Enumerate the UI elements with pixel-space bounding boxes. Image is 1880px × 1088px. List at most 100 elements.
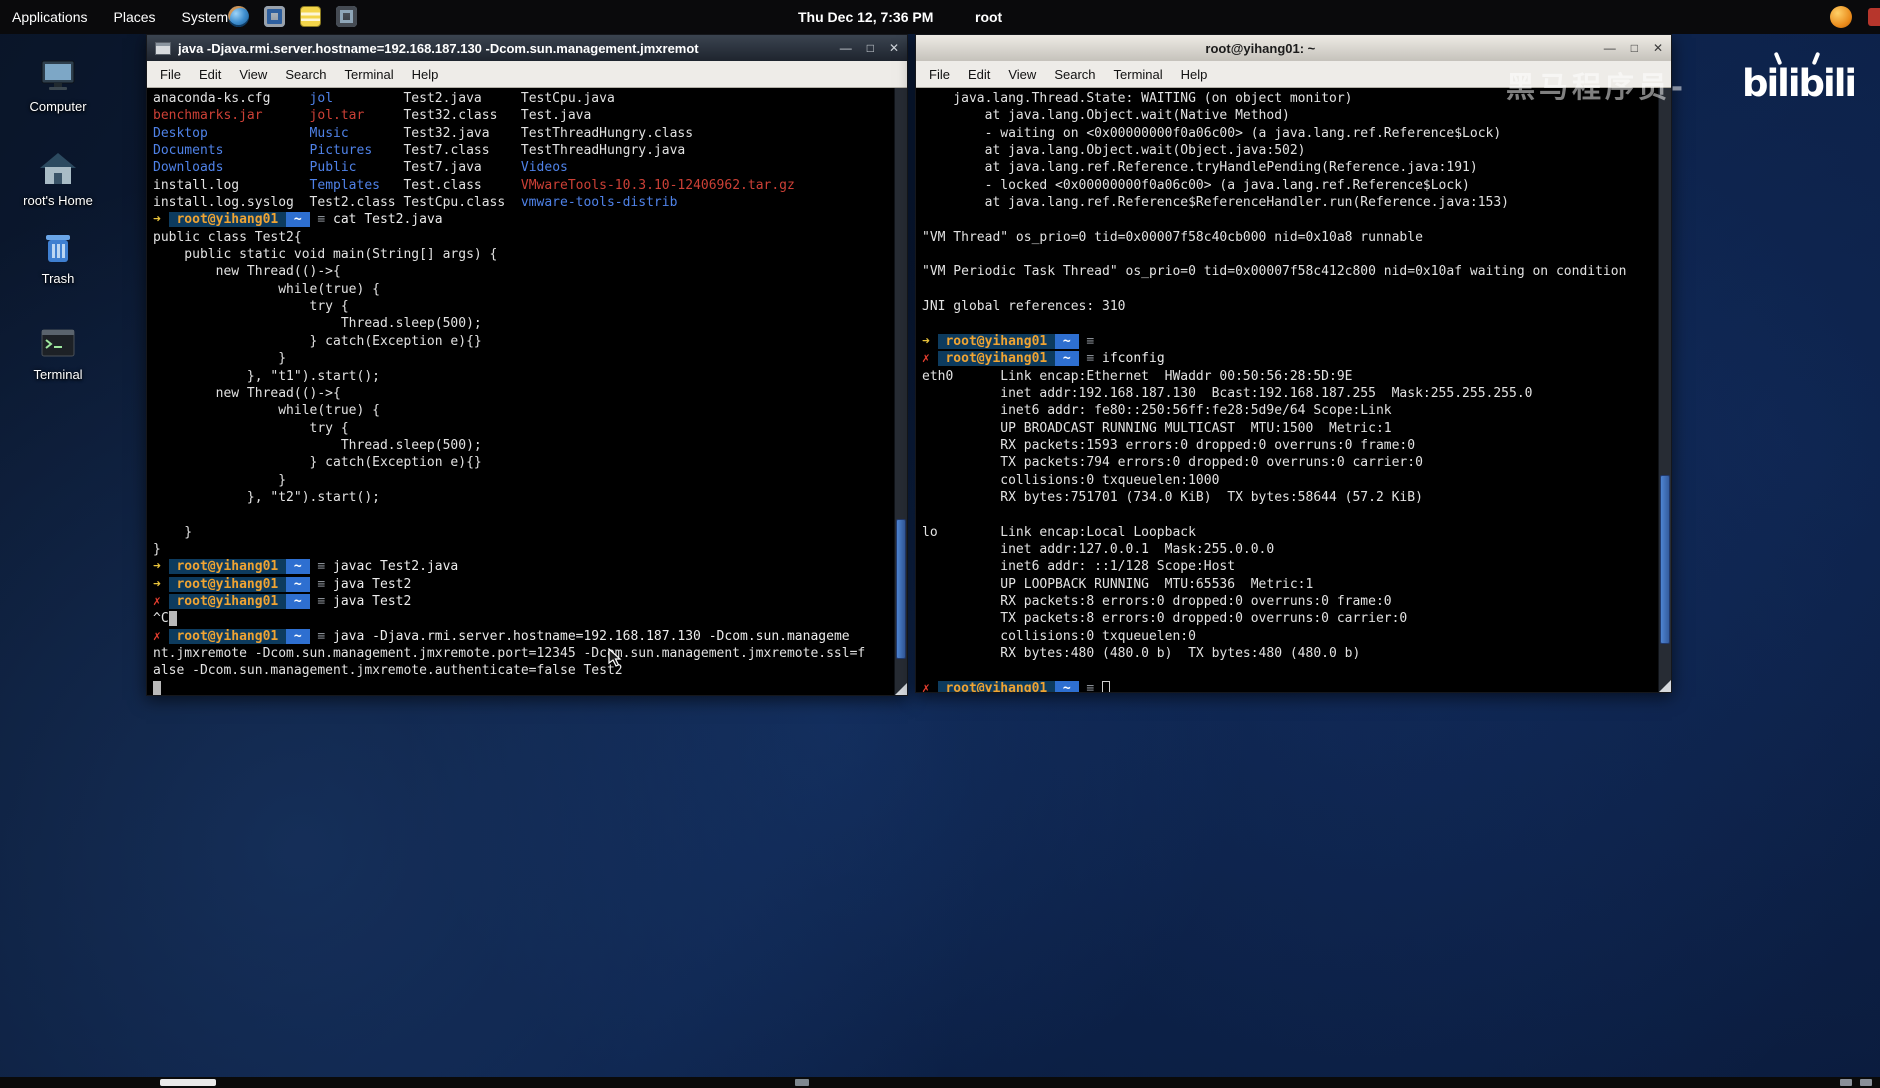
terminal-line: ➜ root@yihang01 ~ ≡: [922, 333, 1658, 350]
terminal-line: nt.jmxremote -Dcom.sun.management.jmxrem…: [153, 646, 866, 661]
terminal-line: }, "t1").start();: [153, 368, 380, 384]
terminal-line: install.log Templates Test.class VMwareT…: [153, 177, 894, 194]
prompt-user: root@yihang01: [168, 593, 287, 609]
notes-icon[interactable]: [300, 6, 321, 27]
menu-edit[interactable]: Edit: [959, 63, 999, 86]
titlebar[interactable]: java -Djava.rmi.server.hostname=192.168.…: [147, 35, 907, 61]
scrollbar[interactable]: [1658, 88, 1671, 692]
terminal-line: } catch(Exception e){}: [153, 333, 482, 349]
terminal-line: RX bytes:480 (480.0 b) TX bytes:480 (480…: [922, 646, 1361, 661]
minimize-button[interactable]: —: [1604, 41, 1616, 55]
desktop-icon-computer[interactable]: Computer: [18, 56, 98, 114]
terminal-text: install.log: [153, 177, 310, 193]
prompt-separator-icon: ≡: [309, 212, 334, 228]
resize-grip[interactable]: [1659, 680, 1671, 692]
terminal-output[interactable]: anaconda-ks.cfg jol Test2.java TestCpu.j…: [147, 88, 894, 695]
close-button[interactable]: ✕: [1653, 41, 1663, 55]
menu-terminal[interactable]: Terminal: [336, 63, 403, 86]
prompt-separator-icon: ≡: [309, 628, 334, 644]
terminal-line: }, "t2").start();: [153, 489, 380, 505]
terminal-line: at java.lang.ref.Reference$ReferenceHand…: [922, 195, 1509, 211]
panel-clock[interactable]: Thu Dec 12, 7:36 PM: [798, 0, 933, 34]
terminal-text: Templates: [309, 177, 380, 193]
prompt-user: root@yihang01: [937, 351, 1056, 367]
computer-icon: [41, 60, 75, 90]
terminal-line: - locked <0x00000000f0a06c00> (a java.la…: [922, 177, 1470, 193]
menu-places[interactable]: Places: [114, 9, 156, 25]
menu-view[interactable]: View: [230, 63, 276, 86]
prompt-status-icon: ✗: [153, 593, 169, 609]
terminal-text: install.log.syslog Test2.class TestCpu.c…: [153, 195, 521, 211]
notification-icon[interactable]: [1830, 6, 1852, 28]
prompt-dir: ~: [286, 593, 310, 609]
terminal-line: }: [153, 472, 287, 488]
prompt-command: java Test2: [333, 576, 412, 592]
workspace-switcher-icon[interactable]: [1840, 1079, 1852, 1086]
terminal-line: new Thread(()->{: [153, 385, 341, 401]
menu-system[interactable]: System: [182, 9, 229, 25]
menu-file[interactable]: File: [151, 63, 190, 86]
terminal-line: collisions:0 txqueuelen:0: [922, 628, 1196, 644]
menu-edit[interactable]: Edit: [190, 63, 230, 86]
menu-help[interactable]: Help: [1172, 63, 1217, 86]
terminal-text: jol: [309, 91, 334, 106]
panel-menus: Applications Places System: [12, 0, 228, 34]
terminal-window-left: java -Djava.rmi.server.hostname=192.168.…: [146, 34, 908, 696]
window-icon: [155, 41, 171, 55]
bilibili-logo: bilibili: [1742, 51, 1857, 105]
scrollbar-thumb[interactable]: [1660, 474, 1670, 644]
desktop-icon-trash[interactable]: Trash: [18, 228, 98, 286]
scrollbar-thumb[interactable]: [896, 518, 906, 659]
window-title: java -Djava.rmi.server.hostname=192.168.…: [178, 40, 699, 56]
prompt-user: root@yihang01: [168, 576, 287, 592]
menu-view[interactable]: View: [999, 63, 1045, 86]
terminal-line: while(true) {: [153, 281, 380, 297]
prompt-separator-icon: ≡: [309, 593, 334, 609]
display-icon[interactable]: [264, 6, 285, 27]
home-icon: [40, 153, 76, 184]
terminal-line: at java.lang.Object.wait(Native Method): [922, 108, 1290, 124]
desktop-icon-home[interactable]: root's Home: [18, 150, 98, 208]
window-controls: — □ ✕: [1604, 41, 1663, 55]
prompt-dir: ~: [1055, 680, 1079, 692]
prompt-dir: ~: [286, 212, 310, 228]
prompt-dir: ~: [286, 576, 310, 592]
taskbar-center-icon[interactable]: [795, 1079, 809, 1086]
prompt-dir: ~: [286, 559, 310, 575]
titlebar[interactable]: root@yihang01: ~ — □ ✕: [916, 35, 1671, 61]
resize-grip[interactable]: [895, 683, 907, 695]
minimize-button[interactable]: —: [840, 41, 852, 55]
maximize-button[interactable]: □: [1631, 41, 1638, 55]
prompt-dir: ~: [1055, 351, 1079, 367]
prompt-command: ifconfig: [1102, 351, 1165, 367]
close-button[interactable]: ✕: [889, 41, 899, 55]
terminal-line: ✗ root@yihang01 ~ ≡ java Test2: [153, 593, 894, 610]
menu-applications[interactable]: Applications: [12, 9, 88, 25]
menu-help[interactable]: Help: [403, 63, 448, 86]
menu-search[interactable]: Search: [1045, 63, 1104, 86]
panel-corner-icon[interactable]: [1868, 8, 1880, 26]
menu-search[interactable]: Search: [276, 63, 335, 86]
menu-file[interactable]: File: [920, 63, 959, 86]
taskbar-item[interactable]: [160, 1079, 216, 1086]
terminal-output[interactable]: java.lang.Thread.State: WAITING (on obje…: [916, 88, 1658, 692]
terminal-text: VMwareTools-10.3.10-12406962.tar.gz: [520, 177, 795, 193]
maximize-button[interactable]: □: [867, 41, 874, 55]
taskbar-trash-icon[interactable]: [1860, 1079, 1872, 1086]
firefox-icon[interactable]: [228, 6, 249, 27]
terminal-text: Public: [309, 160, 357, 176]
screenshot-icon[interactable]: [336, 6, 357, 27]
terminal-line: try {: [153, 299, 349, 315]
menu-terminal[interactable]: Terminal: [1105, 63, 1172, 86]
panel-user-label: root: [975, 9, 1003, 25]
terminal-text: vmware-tools-distrib: [520, 195, 678, 211]
scrollbar[interactable]: [894, 88, 907, 695]
terminal-text: Desktop: [153, 125, 208, 141]
prompt-dir: ~: [286, 628, 310, 644]
terminal-icon: [41, 329, 75, 357]
desktop-icon-terminal[interactable]: Terminal: [18, 324, 98, 382]
terminal-text: Test2.java TestCpu.java: [333, 91, 615, 106]
